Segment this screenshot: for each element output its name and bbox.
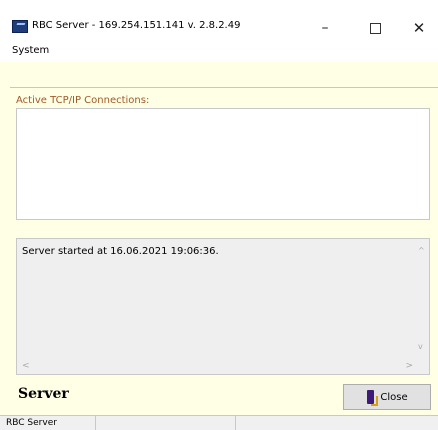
connections-label: Active TCP/IP Connections: — [16, 95, 150, 106]
close-button-label: Close — [380, 391, 408, 403]
vertical-scrollbar[interactable]: ^ v — [415, 239, 429, 361]
window-title: RBC Server - 169.254.151.141 v. 2.8.2.49 — [32, 20, 241, 31]
top-panel — [10, 62, 438, 88]
main-window: RBC Server - 169.254.151.141 v. 2.8.2.49… — [0, 0, 438, 430]
status-cell — [96, 416, 236, 430]
close-button[interactable]: Close — [343, 384, 431, 410]
log-line: Server started at 16.06.2021 19:06:36. — [22, 246, 219, 257]
maximize-button[interactable] — [352, 14, 398, 42]
minimize-button[interactable]: – — [302, 14, 348, 42]
maximize-icon — [369, 22, 381, 34]
scroll-up-icon[interactable]: ^ — [418, 246, 425, 255]
scroll-right-icon[interactable]: > — [405, 361, 413, 371]
menu-bar: System — [0, 42, 438, 62]
status-bar: RBC Server — [0, 415, 438, 430]
menu-system[interactable]: System — [12, 45, 49, 56]
status-text: RBC Server — [6, 418, 57, 428]
connections-list[interactable] — [16, 108, 430, 220]
server-title: Server — [18, 386, 69, 402]
scroll-down-icon[interactable]: v — [418, 342, 423, 351]
title-bar[interactable]: RBC Server - 169.254.151.141 v. 2.8.2.49… — [0, 0, 438, 42]
rbc-server-app-icon[interactable] — [12, 20, 28, 33]
scroll-left-icon[interactable]: < — [22, 361, 30, 371]
horizontal-scrollbar[interactable]: < > — [17, 360, 417, 374]
close-window-button[interactable]: ✕ — [396, 14, 438, 42]
log-panel[interactable]: Server started at 16.06.2021 19:06:36. ^… — [16, 238, 430, 375]
door-exit-icon — [366, 390, 379, 406]
status-cell: RBC Server — [0, 416, 96, 430]
